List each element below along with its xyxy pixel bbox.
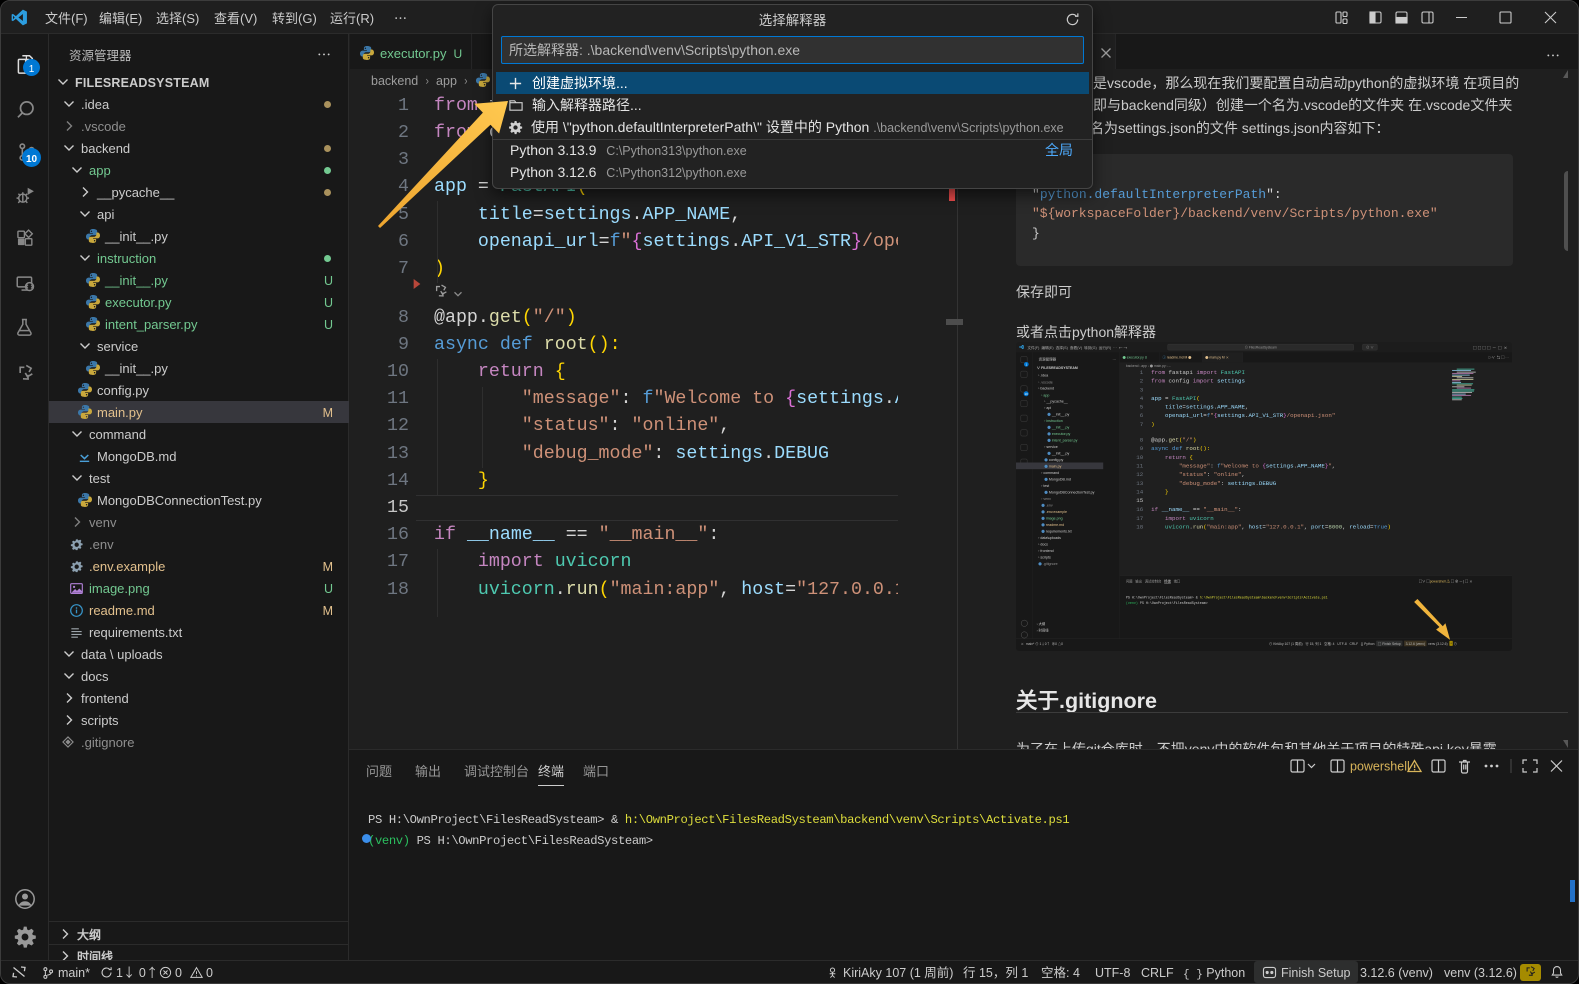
svg-text:powershell: powershell <box>1350 760 1410 774</box>
